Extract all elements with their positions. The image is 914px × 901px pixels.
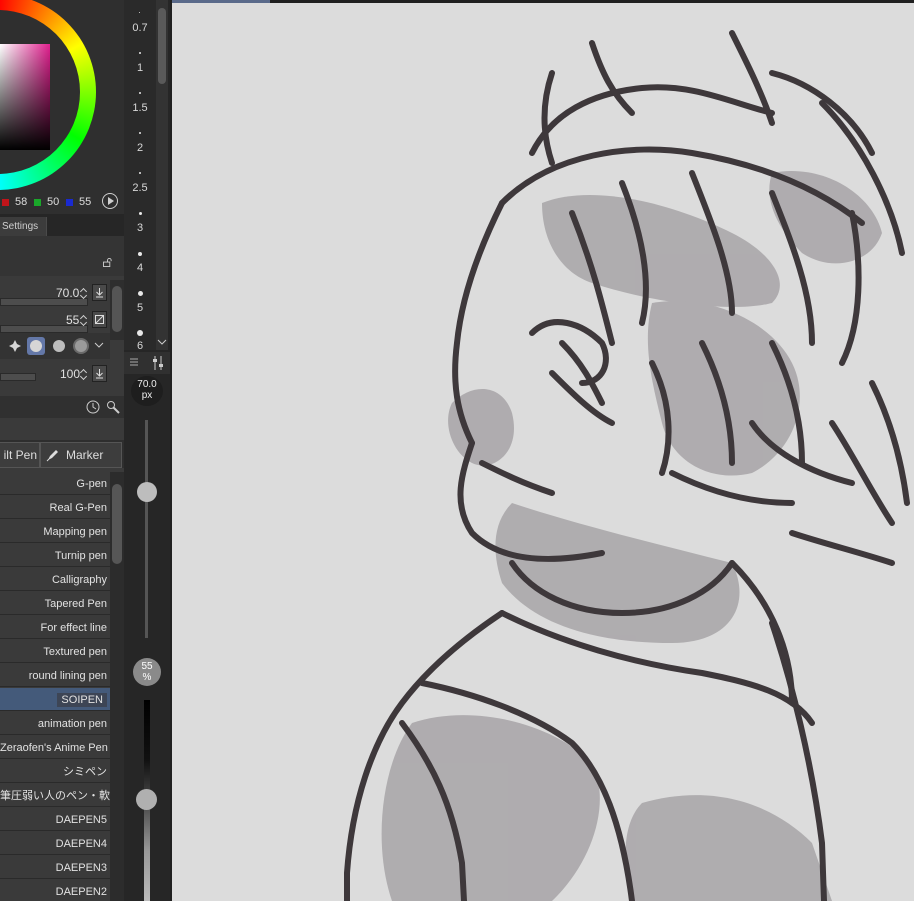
size-preset-label[interactable]: 1.5 [124,102,156,114]
tip-round-hard-icon[interactable] [27,337,45,355]
size-readout-value: 70.0 [137,379,157,390]
density-slider[interactable] [0,373,36,381]
tip-flat-icon[interactable] [6,337,24,355]
density-value[interactable]: 100 [60,367,80,381]
list-item[interactable]: DAEPEN3 [0,856,110,879]
list-item[interactable]: DAEPEN4 [0,832,110,855]
opacity-badge-value: 55 [141,661,153,672]
tab-settings[interactable]: Settings [0,217,48,236]
size-dot[interactable] [139,12,140,13]
opacity-spinner-icon[interactable] [80,313,88,327]
size-preset-label[interactable]: 4 [124,262,156,274]
density-row: 100 [0,361,124,387]
list-item[interactable]: Mapping pen [0,520,110,543]
size-preset-label[interactable]: 5 [124,302,156,314]
tip-round-soft-icon[interactable] [50,337,68,355]
list-item[interactable]: Zeraofen's Anime Pen [0,736,110,759]
unlock-icon[interactable] [103,258,113,267]
size-preset-label[interactable]: 2 [124,142,156,154]
menu-icon[interactable] [128,356,140,368]
size-dot[interactable] [139,132,141,134]
opacity-badge: 55 % [133,658,161,686]
clock-icon[interactable] [85,399,101,415]
brush-group-tabs: ilt Pen Marker [0,440,124,468]
brush-size-spinner-icon[interactable] [80,286,88,300]
size-toolbar [124,352,170,374]
drawing-canvas[interactable] [172,3,914,901]
brush-size-presets: 0.7 1 1.5 2 2.5 3 4 5 6 [124,0,156,350]
saturation-value-square[interactable] [0,44,50,150]
density-spinner-icon[interactable] [80,367,88,381]
list-item[interactable]: Textured pen [0,640,110,663]
scroll-down-icon[interactable] [157,338,167,346]
list-item[interactable]: For effect line [0,616,110,639]
size-dot[interactable] [139,212,142,215]
blue-swatch-icon [66,199,73,206]
size-readout-unit: px [141,390,153,401]
brush-size-readout: 70.0 px [131,376,163,406]
tool-panel: 58 50 55 Settings 70.0 55 100 ilt Pen Ma… [0,0,124,901]
opacity-slider-knob[interactable] [136,789,157,810]
opacity-badge-unit: % [142,672,152,683]
list-item[interactable]: Calligraphy [0,568,110,591]
list-item-selected[interactable]: SOIPEN [0,688,110,711]
red-value[interactable]: 58 [15,196,27,208]
list-item[interactable]: DAEPEN2 [0,880,110,901]
play-icon[interactable] [102,193,118,209]
selected-brush-label: SOIPEN [57,693,107,707]
size-preset-label[interactable]: 1 [124,62,156,74]
size-dot[interactable] [139,172,141,174]
color-wheel-panel: 58 50 55 [0,0,124,214]
list-item[interactable]: 筆圧弱い人のペン・軟 [0,784,110,807]
list-item[interactable]: Tapered Pen [0,592,110,615]
brush-tip-row [0,333,110,359]
size-preset-label[interactable]: 3 [124,222,156,234]
brush-size-value[interactable]: 70.0 [56,286,79,300]
list-item[interactable]: round lining pen [0,664,110,687]
list-item[interactable]: Real G-Pen [0,496,110,519]
brush-size-row: 70.0 [0,280,124,306]
sliders-icon[interactable] [151,355,165,371]
sketch-artwork [344,30,910,901]
density-download-icon[interactable] [92,365,107,382]
size-dot[interactable] [139,92,141,94]
size-slider-knob[interactable] [137,482,157,502]
size-dot[interactable] [138,252,142,256]
tip-round-airbrush-icon[interactable] [72,337,90,355]
red-swatch-icon [2,199,9,206]
green-swatch-icon [34,199,41,206]
size-preset-label[interactable]: 0.7 [124,22,156,34]
blue-value[interactable]: 55 [79,196,91,208]
size-slider-track[interactable] [145,420,148,638]
size-dot[interactable] [138,291,143,296]
tab-marker[interactable]: Marker [40,442,122,468]
size-dot[interactable] [139,52,141,54]
size-preset-label[interactable]: 2.5 [124,182,156,194]
tool-preview [0,236,124,276]
list-item[interactable]: シミペン [0,760,110,783]
wrench-icon[interactable] [105,399,121,415]
size-preset-label[interactable]: 6 [124,340,156,350]
marker-icon [46,450,58,462]
chevron-down-icon[interactable] [94,341,104,349]
opacity-link-icon[interactable] [92,311,107,328]
tab-marker-label: Marker [66,448,104,462]
list-item[interactable]: animation pen [0,712,110,735]
ink-layer [344,30,910,901]
size-dot[interactable] [137,330,143,336]
opacity-row: 55 [0,307,124,333]
opacity-value[interactable]: 55 [66,313,79,327]
size-presets-scroll-thumb[interactable] [158,8,166,84]
brush-size-download-icon[interactable] [92,284,107,301]
list-item[interactable]: DAEPEN5 [0,808,110,831]
green-value[interactable]: 50 [47,196,59,208]
tab-felt-pen[interactable]: ilt Pen [0,442,40,468]
sub-tool-toolbar [0,396,124,418]
list-item[interactable]: Turnip pen [0,544,110,567]
brush-list-scroll-thumb[interactable] [112,484,122,564]
list-item[interactable]: G-pen [0,472,110,495]
